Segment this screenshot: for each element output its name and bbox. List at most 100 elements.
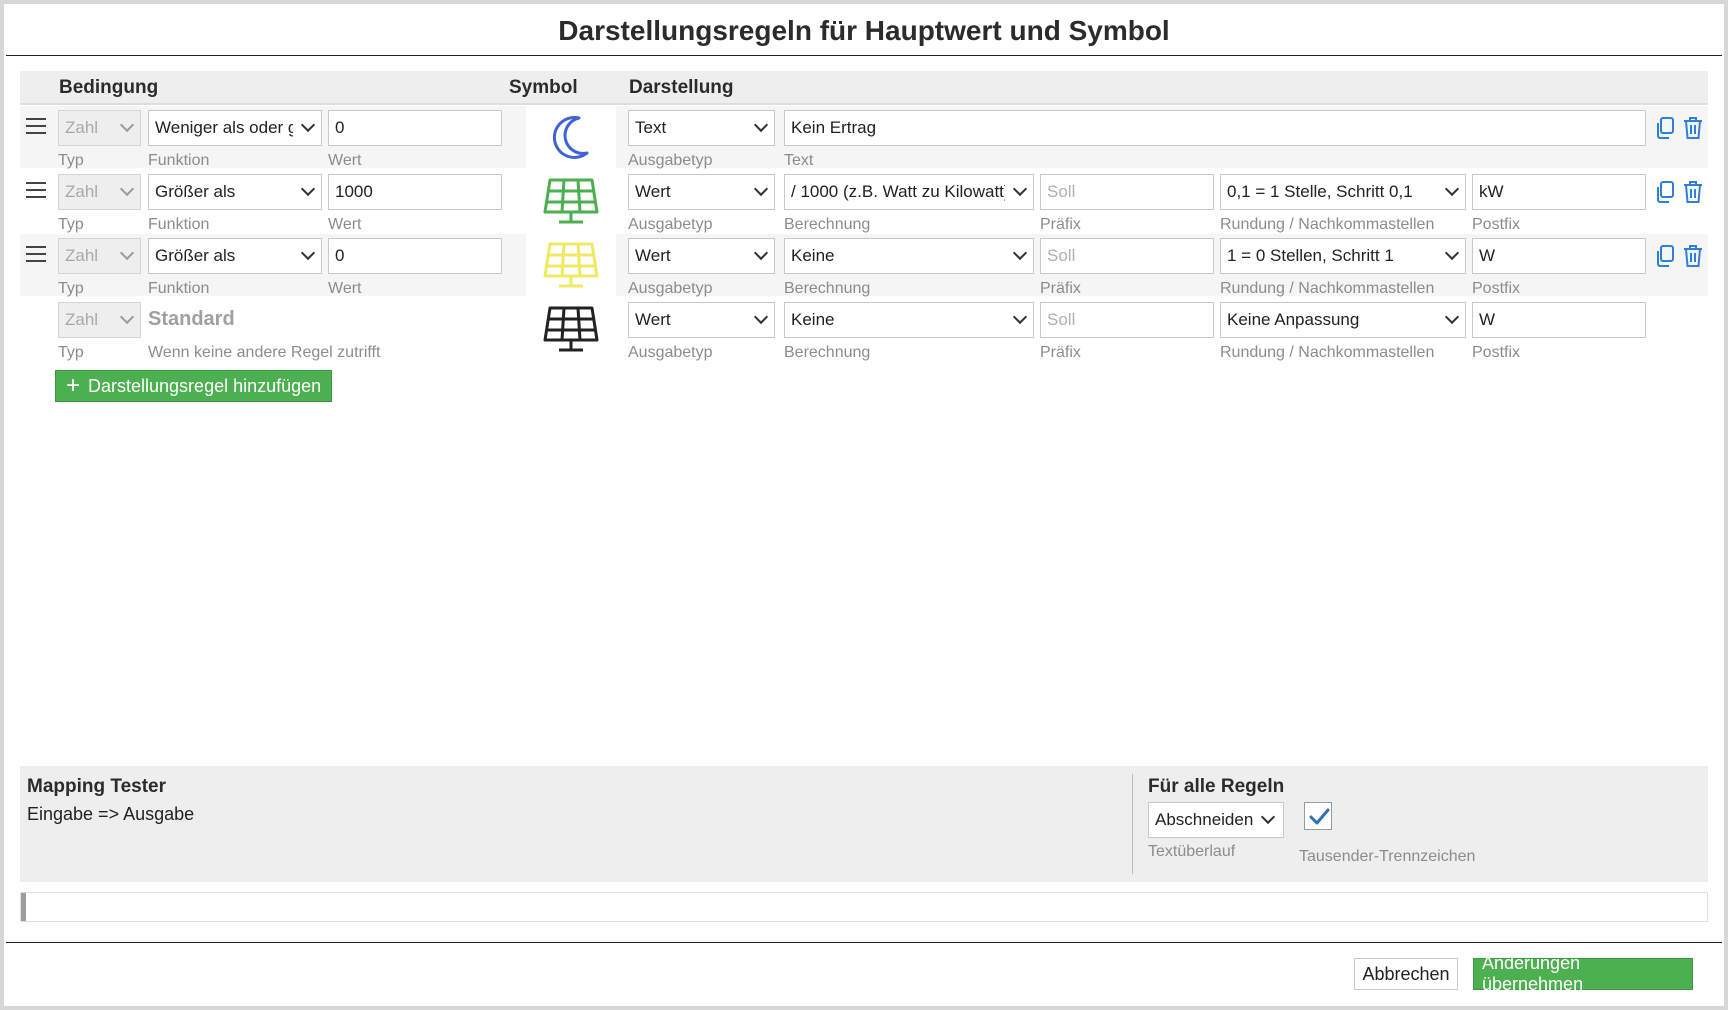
- postfix-caption: Postfix: [1472, 280, 1521, 297]
- thousands-separator-checkbox[interactable]: [1304, 802, 1332, 830]
- wert-input[interactable]: 1000: [328, 174, 502, 210]
- ausgabetyp-caption: Ausgabetyp: [628, 216, 713, 233]
- funktion-select[interactable]: Größer als: [148, 174, 322, 210]
- column-header-darstellung: Darstellung: [629, 77, 734, 98]
- standard-label: Standard: [148, 308, 235, 330]
- praefix-caption: Präfix: [1040, 344, 1081, 361]
- symbol-picker[interactable]: [526, 106, 616, 168]
- copy-icon[interactable]: [1654, 180, 1676, 204]
- postfix-input[interactable]: kW: [1472, 174, 1646, 210]
- wert-caption: Wert: [328, 216, 362, 233]
- row-actions: [1654, 180, 1706, 206]
- praefix-input[interactable]: Soll: [1040, 302, 1214, 338]
- rundung-caption: Rundung / Nachkommastellen: [1220, 216, 1435, 233]
- solar-panel-icon: [543, 178, 599, 224]
- mapping-tester-panel: Mapping Tester Eingabe => Ausgabe Für al…: [20, 766, 1708, 882]
- praefix-caption: Präfix: [1040, 280, 1081, 297]
- trash-icon[interactable]: [1682, 180, 1704, 204]
- symbol-picker[interactable]: [526, 298, 616, 360]
- dialog-header: Darstellungsregeln für Hauptwert und Sym…: [6, 0, 1722, 56]
- postfix-input[interactable]: W: [1472, 238, 1646, 274]
- postfix-caption: Postfix: [1472, 216, 1521, 233]
- trash-icon[interactable]: [1682, 116, 1704, 140]
- drag-handle-icon[interactable]: [26, 182, 46, 200]
- ausgabetyp-select[interactable]: Wert: [628, 238, 775, 274]
- mapping-test-input[interactable]: [20, 892, 1708, 922]
- rule-row: Zahl Typ Größer als Funktion 1000 Wert W…: [20, 170, 1708, 233]
- standard-caption: Wenn keine andere Regel zutrifft: [148, 344, 381, 361]
- funktion-caption: Funktion: [148, 216, 210, 233]
- funktion-select[interactable]: Größer als: [148, 238, 322, 274]
- add-rule-label: Darstellungsregel hinzufügen: [88, 375, 322, 396]
- row-actions: [1654, 116, 1706, 142]
- ausgabetyp-caption: Ausgabetyp: [628, 344, 713, 361]
- text-overflow-value: Abschneiden: [1155, 810, 1254, 829]
- funktion-caption: Funktion: [148, 280, 210, 297]
- berechnung-select[interactable]: Keine: [784, 302, 1034, 338]
- typ-select: Zahl: [58, 174, 141, 210]
- praefix-caption: Präfix: [1040, 216, 1081, 233]
- add-rule-button[interactable]: + Darstellungsregel hinzufügen: [55, 370, 333, 402]
- cancel-button[interactable]: Abbrechen: [1354, 958, 1458, 990]
- rundung-select[interactable]: Keine Anpassung: [1220, 302, 1466, 338]
- berechnung-select[interactable]: / 1000 (z.B. Watt zu Kilowatt): [784, 174, 1034, 210]
- text-caption: Text: [784, 152, 814, 169]
- mapping-tester-subtitle: Eingabe => Ausgabe: [27, 804, 195, 824]
- berechnung-select[interactable]: Keine: [784, 238, 1034, 274]
- apply-changes-button[interactable]: Änderungen übernehmen: [1473, 953, 1693, 994]
- column-header-bedingung: Bedingung: [59, 77, 159, 98]
- symbol-picker[interactable]: [526, 234, 616, 296]
- rundung-select[interactable]: 1 = 0 Stellen, Schritt 1: [1220, 238, 1466, 274]
- drag-handle-icon[interactable]: [26, 118, 46, 136]
- typ-select: Zahl: [58, 110, 141, 146]
- rundung-caption: Rundung / Nachkommastellen: [1220, 280, 1435, 297]
- praefix-input[interactable]: Soll: [1040, 238, 1214, 274]
- text-input[interactable]: Kein Ertrag: [784, 110, 1646, 146]
- mapping-tester-title: Mapping Tester: [27, 776, 166, 797]
- row-actions: [1654, 244, 1706, 270]
- typ-caption: Typ: [58, 344, 84, 361]
- typ-select: Zahl: [58, 238, 141, 274]
- wert-caption: Wert: [328, 152, 362, 169]
- ausgabetyp-select[interactable]: Text: [628, 110, 775, 146]
- wert-input[interactable]: 0: [328, 110, 502, 146]
- copy-icon[interactable]: [1654, 116, 1676, 140]
- rule-row: Zahl Typ Weniger als oder gleich Funktio…: [20, 106, 1708, 169]
- all-rules-title: Für alle Regeln: [1148, 776, 1285, 797]
- typ-caption: Typ: [58, 216, 84, 233]
- text-overflow-select[interactable]: Abschneiden: [1148, 802, 1284, 838]
- footer-divider: [6, 942, 1722, 943]
- berechnung-caption: Berechnung: [784, 280, 871, 297]
- thousands-separator-caption: Tausender-Trennzeichen: [1299, 848, 1476, 865]
- funktion-select[interactable]: Weniger als oder gleich: [148, 110, 322, 146]
- ausgabetyp-select[interactable]: Wert: [628, 302, 775, 338]
- default-rule-row: Zahl Typ Standard Wenn keine andere Rege…: [20, 298, 1708, 361]
- praefix-input[interactable]: Soll: [1040, 174, 1214, 210]
- solar-panel-icon: [543, 242, 599, 288]
- rules-table-header: Bedingung Symbol Darstellung: [20, 71, 1708, 105]
- input-grip: [21, 893, 26, 921]
- ausgabetyp-select[interactable]: Wert: [628, 174, 775, 210]
- symbol-picker[interactable]: [526, 170, 616, 232]
- postfix-input[interactable]: W: [1472, 302, 1646, 338]
- typ-caption: Typ: [58, 152, 84, 169]
- funktion-caption: Funktion: [148, 152, 210, 169]
- rundung-caption: Rundung / Nachkommastellen: [1220, 344, 1435, 361]
- wert-input[interactable]: 0: [328, 238, 502, 274]
- moon-icon: [552, 115, 589, 159]
- column-header-symbol: Symbol: [509, 77, 578, 98]
- plus-icon: +: [66, 372, 81, 399]
- ausgabetyp-caption: Ausgabetyp: [628, 280, 713, 297]
- berechnung-caption: Berechnung: [784, 344, 871, 361]
- display-rules-dialog: Darstellungsregeln für Hauptwert und Sym…: [0, 0, 1728, 1010]
- checkmark-icon: [1309, 808, 1330, 825]
- trash-icon[interactable]: [1682, 244, 1704, 268]
- berechnung-caption: Berechnung: [784, 216, 871, 233]
- copy-icon[interactable]: [1654, 244, 1676, 268]
- rundung-select[interactable]: 0,1 = 1 Stelle, Schritt 0,1: [1220, 174, 1466, 210]
- wert-caption: Wert: [328, 280, 362, 297]
- text-overflow-caption: Textüberlauf: [1148, 843, 1236, 860]
- postfix-caption: Postfix: [1472, 344, 1521, 361]
- ausgabetyp-caption: Ausgabetyp: [628, 152, 713, 169]
- drag-handle-icon[interactable]: [26, 246, 46, 264]
